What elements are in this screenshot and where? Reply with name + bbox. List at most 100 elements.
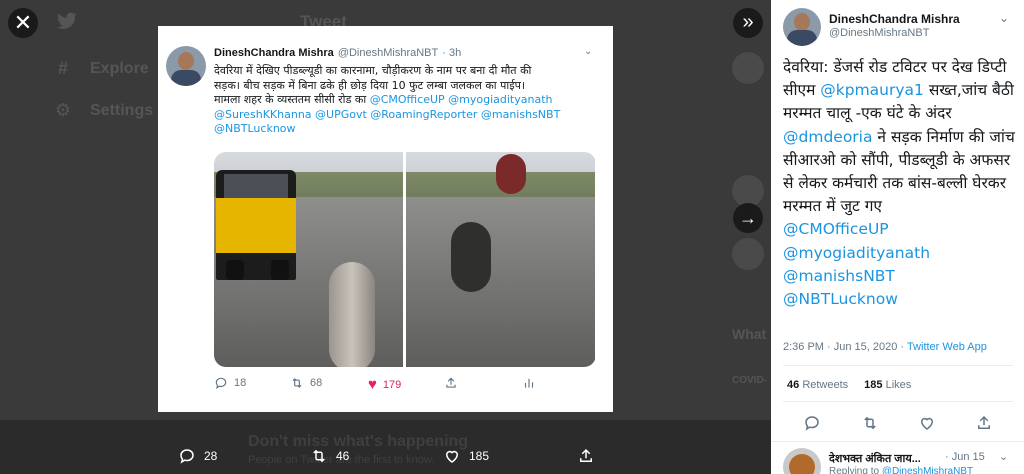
text-segment: मामला शहर के व्यस्ततम सीसी रोड का — [214, 93, 367, 106]
share-icon — [580, 448, 592, 462]
mention-link[interactable]: @kpmaurya1 — [820, 81, 924, 99]
tweet-time: · 3h — [442, 47, 462, 59]
mention-link: @NBTLucknow — [214, 122, 296, 135]
tweet-stats: 46 Retweets 185 Likes — [787, 379, 911, 391]
collapse-panel-button[interactable]: » — [733, 8, 763, 38]
likes-count: 185 — [864, 379, 883, 391]
auto-rickshaw — [216, 170, 296, 280]
backdrop-right-column: What COVID- — [724, 0, 771, 474]
reply-count: 28 — [204, 449, 218, 463]
backdrop-right-heading: What — [732, 326, 767, 342]
nav-item-label: Settings — [90, 102, 154, 119]
close-button[interactable]: ✕ — [8, 8, 38, 38]
retweets-stat[interactable]: 46 Retweets — [787, 379, 848, 391]
mention-link[interactable]: @dmdeoria — [783, 128, 872, 146]
text-line: सड़क। बीच सड़क में बिना ढके ही छोड़ दिया… — [214, 78, 526, 92]
divider — [783, 365, 1013, 366]
like-button[interactable]: 185 — [443, 447, 489, 465]
road-photo-left — [214, 152, 403, 367]
media-tweet-text: देवरिया में देखिए पीडब्ल्यूडी का कारनामा… — [214, 64, 594, 137]
timestamp-text: 2:36 PM · Jun 15, 2020 · — [783, 341, 907, 353]
like-count: 185 — [469, 449, 490, 463]
nav-item-explore[interactable]: # Explore — [52, 48, 153, 90]
divider — [771, 441, 1024, 442]
text-line: मामला शहर के व्यस्ततम सीसी रोड का @CMOff… — [214, 93, 594, 108]
retweet-count: 46 — [336, 449, 350, 463]
likes-stat[interactable]: 185 Likes — [864, 379, 911, 391]
media-share — [444, 376, 458, 390]
text-line: देवरिया में देखिए पीडब्ल्यूडी का कारनामा… — [214, 64, 532, 77]
media-action-bar: 28 46 185 — [0, 438, 771, 474]
media-retweet-count: 68 — [310, 377, 323, 389]
media-reply-count: 18 — [234, 377, 247, 389]
twitter-logo-icon — [56, 12, 78, 29]
avatar[interactable] — [783, 448, 821, 474]
photo-grid — [214, 152, 596, 367]
reply-date: · Jun 15 — [945, 451, 985, 463]
mention-link[interactable]: @CMOfficeUP — [783, 218, 1023, 241]
next-image-button[interactable]: → — [733, 203, 763, 233]
share-icon — [446, 377, 456, 388]
reply-icon — [180, 449, 194, 464]
source-link[interactable]: Twitter Web App — [907, 341, 987, 353]
reply-icon — [215, 377, 227, 389]
media-tweet-header: DineshChandra Mishra @DineshMishraNBT · … — [214, 47, 461, 59]
chevron-down-icon[interactable]: ⌄ — [999, 450, 1008, 463]
media-reply: 18 — [214, 376, 246, 390]
avatar — [166, 46, 206, 86]
chevron-down-icon: ⌄ — [584, 46, 593, 57]
mention-link[interactable]: @myogiadityanath — [783, 242, 1023, 265]
heart-icon[interactable] — [918, 414, 936, 432]
share-icon[interactable] — [975, 414, 993, 432]
retweet-button[interactable]: 46 — [310, 447, 349, 465]
e-rickshaw — [496, 154, 526, 194]
hashtag-icon: # — [57, 58, 68, 78]
mention-link: @CMOfficeUP @myogiadityanath — [366, 93, 553, 106]
nav-item-settings[interactable]: ⚙ Settings — [52, 90, 153, 132]
tweet-text: देवरिया: डेंजर्स रोड टविटर पर देख डिप्टी… — [783, 56, 1023, 311]
tweet-detail-panel: DineshChandra Mishra @DineshMishraNBT ⌄ … — [771, 0, 1024, 474]
author-name[interactable]: DineshChandra Mishra — [829, 12, 960, 26]
retweets-label: Retweets — [802, 379, 849, 391]
media-retweet: 68 — [290, 376, 322, 390]
likes-label: Likes — [885, 379, 912, 391]
replying-handle-link[interactable]: @DineshMishraNBT — [882, 466, 973, 474]
reply-icon[interactable] — [803, 414, 821, 432]
analytics-icon — [524, 378, 534, 388]
backdrop-nav: # Explore ⚙ Settings — [52, 48, 153, 132]
media-tweet-actions: 18 68 ♥ 179 — [214, 376, 594, 393]
asphalt-mound — [451, 222, 491, 292]
nav-item-label: Explore — [90, 60, 149, 77]
road-photo-right — [406, 152, 595, 367]
gear-icon: ⚙ — [54, 100, 72, 120]
avatar — [732, 238, 764, 270]
retweet-icon — [313, 449, 325, 463]
media-like: ♥ 179 — [368, 376, 401, 393]
author-name: DineshChandra Mishra — [214, 47, 334, 59]
heart-filled-icon: ♥ — [368, 376, 377, 393]
retweet-icon — [292, 378, 302, 388]
mention-link[interactable]: @NBTLucknow — [783, 288, 1023, 311]
media-analytics — [522, 376, 536, 390]
media-like-count: 179 — [382, 378, 402, 391]
divider — [783, 401, 1013, 402]
share-button[interactable] — [577, 447, 595, 465]
reply-button[interactable]: 28 — [178, 447, 217, 465]
retweet-icon[interactable] — [861, 414, 879, 432]
retweets-count: 46 — [787, 379, 800, 391]
replying-to: Replying to @DineshMishraNBT — [829, 466, 973, 474]
author-handle: @DineshMishraNBT — [337, 47, 439, 59]
mention-link: @SureshKKhanna @UPGovt @RoamingReporter … — [214, 107, 561, 121]
media-image: DineshChandra Mishra @DineshMishraNBT · … — [158, 26, 613, 412]
author-handle[interactable]: @DineshMishraNBT — [829, 27, 929, 39]
heart-icon — [445, 450, 459, 463]
backdrop-right-caption: COVID- — [732, 375, 767, 386]
concrete-pipe — [329, 262, 375, 367]
avatar[interactable] — [783, 8, 821, 46]
mention-link[interactable]: @manishsNBT — [783, 265, 1023, 288]
chevron-down-icon[interactable]: ⌄ — [999, 11, 1009, 25]
avatar — [732, 52, 764, 84]
replying-prefix: Replying to — [829, 466, 882, 474]
tweet-actions — [771, 414, 1024, 434]
reply-author-name[interactable]: देशभक्त अंकित जाय... — [829, 451, 921, 466]
